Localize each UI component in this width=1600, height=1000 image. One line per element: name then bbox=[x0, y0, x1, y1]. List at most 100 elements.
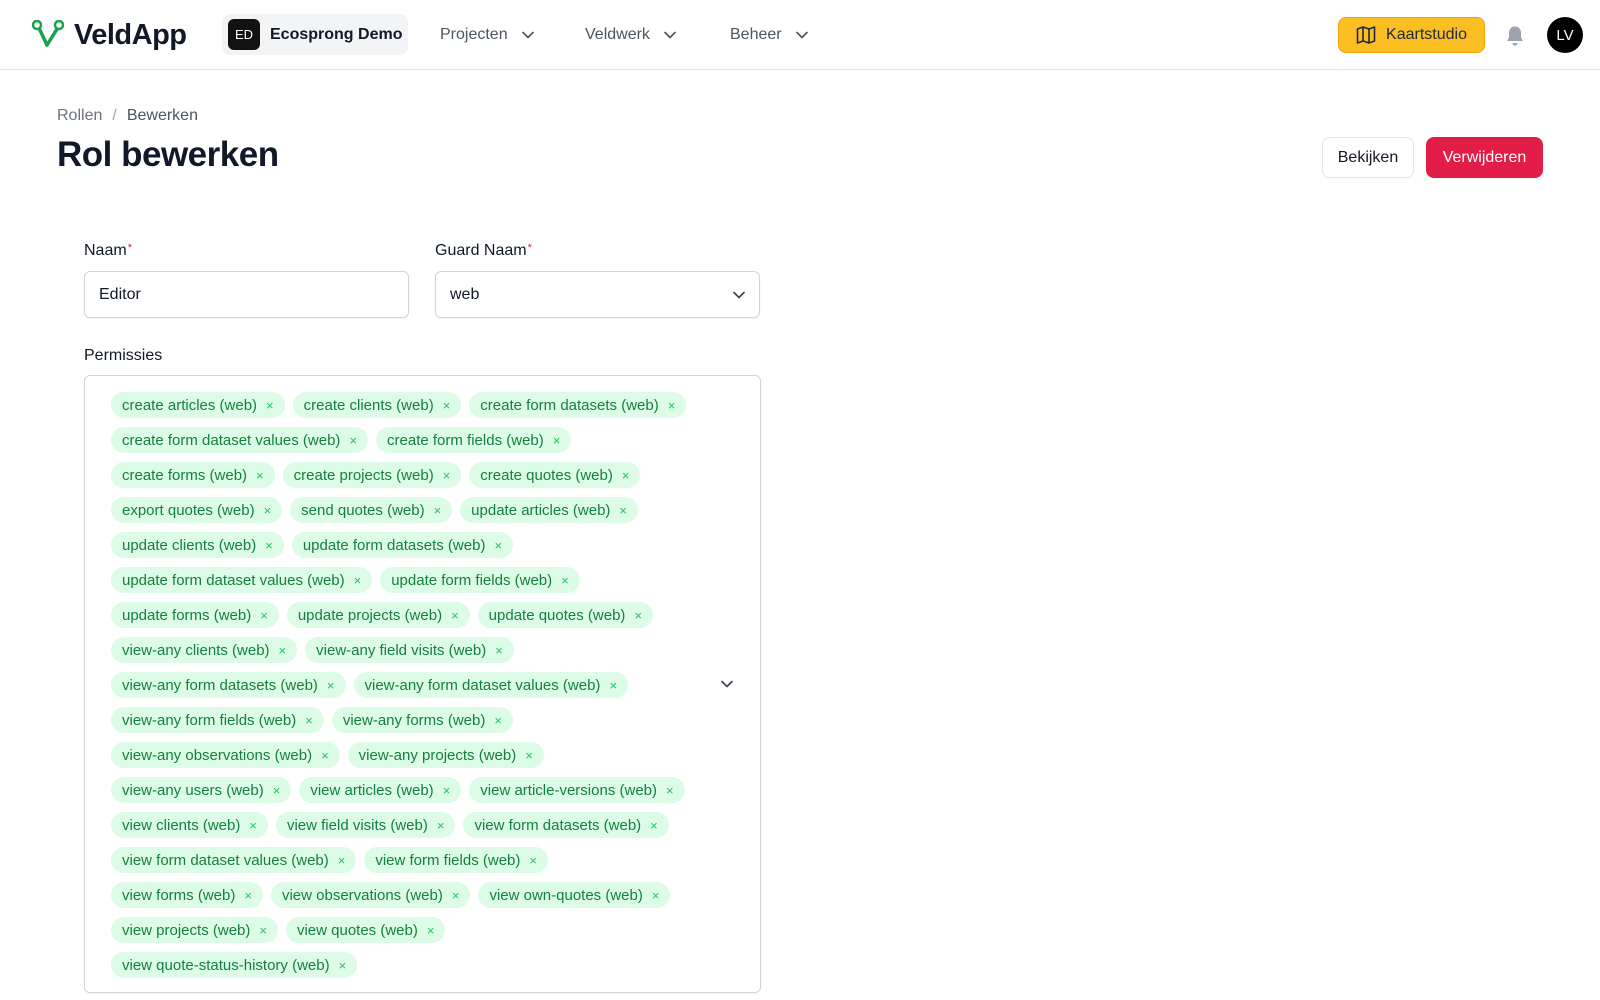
close-icon[interactable]: × bbox=[256, 468, 264, 483]
nav-label: Beheer bbox=[730, 26, 782, 43]
name-label-text: Naam bbox=[84, 242, 127, 259]
permission-tag-label: create form fields (web) bbox=[387, 431, 544, 449]
close-icon[interactable]: × bbox=[622, 468, 630, 483]
permission-tag-label: export quotes (web) bbox=[122, 501, 255, 519]
permission-tag-label: view-any projects (web) bbox=[358, 746, 517, 764]
close-icon[interactable]: × bbox=[634, 608, 642, 623]
close-icon[interactable]: × bbox=[666, 783, 674, 798]
permission-tag: view quote-status-history (web) × bbox=[111, 952, 358, 978]
close-icon[interactable]: × bbox=[553, 433, 561, 448]
tenant-switcher[interactable]: ED Ecosprong Demo bbox=[222, 14, 408, 55]
close-icon[interactable]: × bbox=[437, 818, 445, 833]
user-avatar[interactable]: LV bbox=[1547, 17, 1583, 53]
name-input-value: Editor bbox=[99, 285, 141, 303]
permission-tag: update quotes (web) × bbox=[477, 602, 654, 628]
permission-tag: view-any users (web) × bbox=[111, 777, 292, 803]
close-icon[interactable]: × bbox=[279, 643, 287, 658]
close-icon[interactable]: × bbox=[494, 713, 502, 728]
close-icon[interactable]: × bbox=[525, 748, 533, 763]
app-logo[interactable]: VeldApp bbox=[32, 18, 187, 52]
close-icon[interactable]: × bbox=[339, 958, 347, 973]
breadcrumb-current: Bewerken bbox=[126, 107, 198, 124]
permission-tag-label: send quotes (web) bbox=[301, 501, 425, 519]
permission-tag: update articles (web) × bbox=[460, 497, 638, 523]
permission-tag-label: update articles (web) bbox=[471, 501, 611, 519]
close-icon[interactable]: × bbox=[495, 643, 503, 658]
close-icon[interactable]: × bbox=[273, 783, 281, 798]
close-icon[interactable]: × bbox=[451, 608, 459, 623]
close-icon[interactable]: × bbox=[427, 923, 435, 938]
guard-select[interactable]: web bbox=[435, 271, 760, 318]
tenant-name: Ecosprong Demo bbox=[270, 25, 403, 43]
bell-icon[interactable] bbox=[1505, 25, 1525, 47]
close-icon[interactable]: × bbox=[494, 538, 502, 553]
name-input[interactable]: Editor bbox=[84, 271, 409, 318]
close-icon[interactable]: × bbox=[443, 783, 451, 798]
breadcrumb-parent[interactable]: Rollen bbox=[57, 107, 102, 125]
nav-projecten[interactable]: Projecten bbox=[440, 23, 534, 47]
permission-tag-label: update form datasets (web) bbox=[302, 536, 486, 554]
nav-veldwerk[interactable]: Veldwerk bbox=[585, 23, 676, 47]
permissions-label: Permissies bbox=[84, 347, 163, 364]
permission-tag: view field visits (web) × bbox=[275, 812, 456, 838]
close-icon[interactable]: × bbox=[265, 538, 273, 553]
permission-tag: update form datasets (web) × bbox=[291, 532, 514, 558]
permissions-multiselect[interactable]: create articles (web) × create clients (we… bbox=[84, 375, 761, 993]
permission-tag-label: view articles (web) bbox=[310, 781, 434, 799]
close-icon[interactable]: × bbox=[264, 503, 272, 518]
permission-tag-label: view field visits (web) bbox=[286, 816, 428, 834]
permission-tag-label: view-any form dataset values (web) bbox=[364, 676, 601, 694]
permission-tag-label: update clients (web) bbox=[122, 536, 257, 554]
close-icon[interactable]: × bbox=[443, 468, 451, 483]
close-icon[interactable]: × bbox=[321, 748, 329, 763]
chevron-down-icon bbox=[795, 31, 808, 39]
guard-label: Guard Naam* bbox=[435, 242, 532, 260]
close-icon[interactable]: × bbox=[259, 923, 267, 938]
close-icon[interactable]: × bbox=[338, 853, 346, 868]
kaartstudio-label: Kaartstudio bbox=[1386, 26, 1467, 43]
nav-beheer[interactable]: Beheer bbox=[730, 23, 808, 47]
permission-tag-label: view quote-status-history (web) bbox=[122, 956, 330, 974]
permission-tag: create clients (web) × bbox=[292, 392, 462, 418]
permission-tag-label: create quotes (web) bbox=[480, 466, 613, 484]
close-icon[interactable]: × bbox=[452, 888, 460, 903]
permission-tag-label: view own-quotes (web) bbox=[489, 886, 643, 904]
delete-button[interactable]: Verwijderen bbox=[1426, 137, 1543, 178]
permission-tag: create articles (web) × bbox=[111, 392, 285, 418]
close-icon[interactable]: × bbox=[434, 503, 442, 518]
permission-tag-label: view forms (web) bbox=[122, 886, 236, 904]
top-navbar: VeldApp ED Ecosprong Demo Projecten Veld… bbox=[0, 0, 1600, 70]
close-icon[interactable]: × bbox=[650, 818, 658, 833]
permission-tag: view projects (web) × bbox=[111, 917, 278, 943]
permission-tag-label: view quotes (web) bbox=[296, 921, 418, 939]
close-icon[interactable]: × bbox=[327, 678, 335, 693]
permission-tag: view form datasets (web) × bbox=[463, 812, 669, 838]
close-icon[interactable]: × bbox=[249, 818, 257, 833]
permission-tag: view observations (web) × bbox=[270, 882, 471, 908]
close-icon[interactable]: × bbox=[443, 398, 451, 413]
close-icon[interactable]: × bbox=[244, 888, 252, 903]
breadcrumb-separator: / bbox=[112, 107, 117, 124]
permission-tag: view-any form datasets (web) × bbox=[111, 672, 346, 698]
permission-tag-label: create clients (web) bbox=[303, 396, 434, 414]
app-name: VeldApp bbox=[74, 18, 187, 51]
close-icon[interactable]: × bbox=[668, 398, 676, 413]
close-icon[interactable]: × bbox=[305, 713, 313, 728]
close-icon[interactable]: × bbox=[266, 398, 274, 413]
close-icon[interactable]: × bbox=[609, 678, 617, 693]
permission-tag-label: view-any clients (web) bbox=[122, 641, 270, 659]
close-icon[interactable]: × bbox=[652, 888, 660, 903]
permission-tag-label: view-any field visits (web) bbox=[316, 641, 487, 659]
view-button[interactable]: Bekijken bbox=[1322, 137, 1414, 178]
chevron-down-icon[interactable] bbox=[721, 680, 733, 688]
permission-tag-label: update quotes (web) bbox=[488, 606, 626, 624]
close-icon[interactable]: × bbox=[260, 608, 268, 623]
permission-tag-label: update form fields (web) bbox=[391, 571, 553, 589]
close-icon[interactable]: × bbox=[529, 853, 537, 868]
close-icon[interactable]: × bbox=[349, 433, 357, 448]
close-icon[interactable]: × bbox=[354, 573, 362, 588]
required-marker: * bbox=[527, 242, 532, 254]
close-icon[interactable]: × bbox=[561, 573, 569, 588]
close-icon[interactable]: × bbox=[619, 503, 627, 518]
kaartstudio-button[interactable]: Kaartstudio bbox=[1338, 17, 1485, 53]
